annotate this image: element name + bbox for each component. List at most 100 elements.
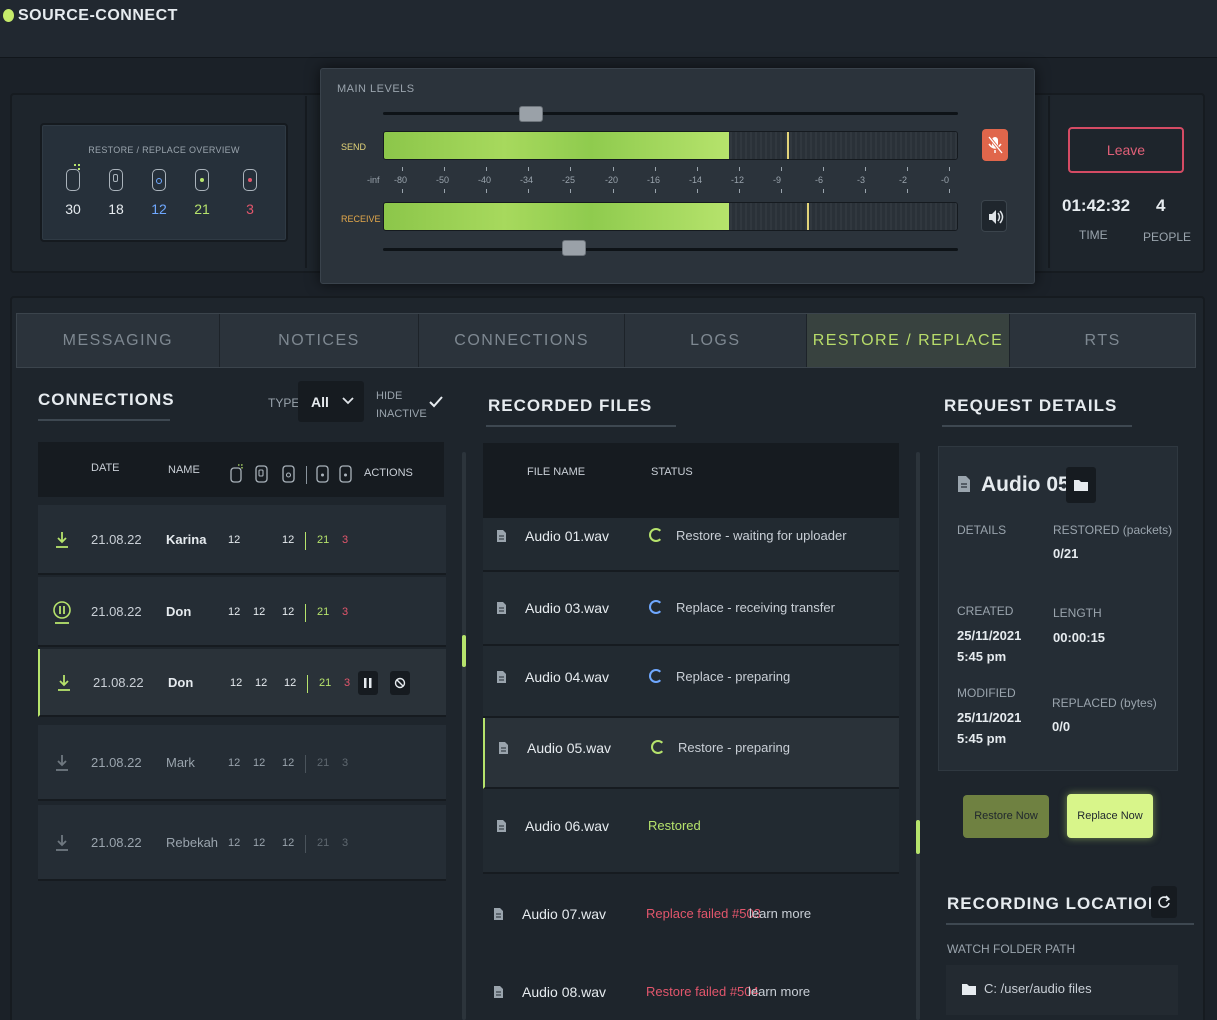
top-bar [0,0,1217,58]
scale-tick-label: -3 [857,175,866,185]
learn-more-link[interactable]: learn more [748,984,810,999]
scale-tick-label: -40 [478,175,492,185]
scale-tick [949,189,950,193]
scale-tick-label: -inf [367,175,380,185]
learn-more-link[interactable]: learn more [749,906,811,921]
files-table-header [483,443,899,518]
scale-tick [865,189,866,193]
tab-rts[interactable]: RTS [1010,314,1195,367]
type-select[interactable]: All [298,381,364,422]
overview-item-locked: 18 [101,169,131,217]
count-locked: 12 [253,606,266,618]
count-locked: 12 [253,757,266,769]
file-row[interactable]: Audio 01.wav Restore - waiting for upload… [483,518,899,572]
replace-now-button[interactable]: Replace Now [1067,794,1153,838]
session-time: 01:42:32 [1062,196,1131,215]
col-status: STATUS [651,466,693,478]
file-status: Replace - receiving transfer [676,600,835,615]
connection-date: 21.08.22 [93,675,144,690]
count-uploading: 12 [228,606,241,618]
file-status: Restored [648,818,701,833]
file-status: Restore - preparing [678,740,790,755]
connection-row[interactable]: 21.08.22 Karina 12 12 21 3 [38,505,446,575]
hide-inactive-checkbox[interactable] [429,396,443,408]
refresh-button[interactable] [1151,886,1177,918]
tab-connections[interactable]: CONNECTIONS [419,314,625,367]
recording-location-title: RECORDING LOCATION [947,894,1162,913]
count-failed: 3 [344,677,351,689]
leave-button[interactable]: Leave [1068,127,1184,173]
scale-tick [528,189,529,193]
file-name: Audio 04.wav [525,669,610,685]
progress-ring-icon [649,669,663,683]
connection-date: 21.08.22 [91,755,142,770]
file-row[interactable]: Audio 08.wav Restore failed #504 learn mor… [483,955,899,1020]
overview-item-uploading: 30 [58,164,88,217]
connection-row[interactable]: 21.08.22 Don 12 12 12 21 3 [38,649,446,717]
file-name: Audio 05.wav [527,740,612,756]
files-scrollbar[interactable] [916,452,920,1020]
speaker-icon [989,210,1004,224]
open-folder-button[interactable] [1066,467,1096,503]
request-details-title: REQUEST DETAILS [944,396,1118,415]
overview-count: 18 [108,201,124,217]
hide-inactive-label-line: INACTIVE [376,408,427,420]
scale-tick [907,167,908,171]
mute-mic-button[interactable] [982,129,1008,161]
download-icon [56,532,68,548]
scale-tick [697,189,698,193]
speaker-button[interactable] [981,200,1007,232]
pause-button[interactable] [358,671,378,695]
file-row[interactable]: Audio 04.wav Replace - preparing [483,646,899,718]
connection-row[interactable]: 21.08.22 Mark 12 12 12 21 3 [38,725,446,801]
type-select-value: All [311,394,329,410]
connection-row[interactable]: 21.08.22 Rebekah 12 12 12 21 3 [38,805,446,881]
file-row[interactable]: Audio 07.wav Replace failed #503 learn mor… [483,874,899,955]
count-locked: 12 [255,677,268,689]
scale-tick [739,189,740,193]
main-levels-panel: MAIN LEVELS SEND RECEIVE -inf -80 -50 -40 -3… [320,68,1035,284]
files-scroll-thumb[interactable] [916,820,920,854]
tab-restore-replace[interactable]: RESTORE / REPLACE [806,314,1011,367]
count-uploading: 12 [230,677,243,689]
file-row[interactable]: Audio 06.wav Restored [483,789,899,874]
count-uploading: 12 [228,757,241,769]
watch-folder-path-field[interactable]: C: /user/audio files [946,965,1178,1015]
scale-tick [613,189,614,193]
meter-background [727,203,957,230]
length-label: LENGTH [1053,606,1102,620]
receive-fader-knob[interactable] [562,240,586,256]
stop-button[interactable] [390,671,410,695]
connection-row[interactable]: 21.08.22 Don 12 12 12 21 3 [38,577,446,647]
count-replace: 12 [282,534,295,546]
file-restored-icon [195,169,209,191]
connections-scrollbar[interactable] [462,452,466,1020]
count-replace: 12 [282,757,295,769]
receive-fader-track[interactable] [383,248,958,251]
progress-ring-icon [649,600,663,614]
people-label: PEOPLE [1143,230,1192,244]
progress-ring-icon [651,740,665,754]
scale-tick-label: -6 [815,175,824,185]
scale-tick [949,167,950,171]
send-fader-knob[interactable] [519,106,543,122]
divider [486,425,676,427]
restore-now-button[interactable]: Restore Now [963,795,1049,838]
scale-tick [655,189,656,193]
type-label: TYPE [268,396,300,410]
scale-tick [613,167,614,171]
overview-count: 30 [65,201,81,217]
scale-tick [823,167,824,171]
send-fader-track[interactable] [383,112,958,115]
column-icons [230,464,352,486]
file-row[interactable]: Audio 03.wav Replace - receiving transfer [483,572,899,646]
tab-logs[interactable]: LOGS [625,314,807,367]
tab-messaging[interactable]: MESSAGING [17,314,220,367]
count-restored: 21 [319,677,332,689]
download-icon [58,675,70,691]
folder-icon [1074,480,1088,491]
replaced-label: REPLACED (bytes) [1052,696,1157,710]
file-row[interactable]: Audio 05.wav Restore - preparing [483,718,899,789]
tab-notices[interactable]: NOTICES [220,314,420,367]
connections-scroll-thumb[interactable] [462,635,466,667]
